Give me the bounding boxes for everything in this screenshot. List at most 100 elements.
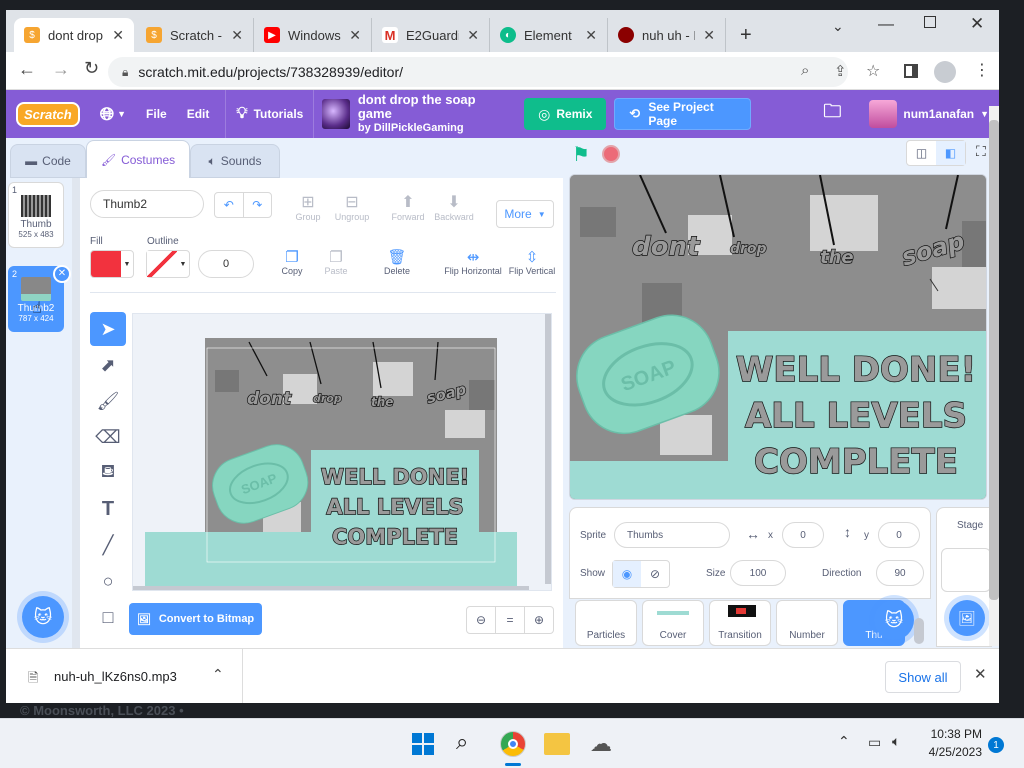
choose-backdrop-button[interactable]: 🖼︎ — [949, 600, 985, 636]
close-download-bar-icon[interactable]: ✕ — [974, 665, 987, 683]
undo-icon[interactable]: ↶ — [215, 193, 244, 217]
new-tab-icon[interactable]: + — [740, 24, 752, 47]
tab-code[interactable]: ▬ Code — [10, 144, 86, 178]
page-scrollbar[interactable] — [989, 106, 999, 646]
redo-icon[interactable]: ↷ — [244, 193, 272, 217]
costume-list-scrollbar[interactable] — [72, 178, 80, 648]
fullscreen-icon[interactable]: ⛶ — [976, 143, 986, 160]
choose-costume-button[interactable]: 🐱︎ — [22, 596, 64, 638]
volume-icon[interactable]: 🔈︎ — [892, 733, 900, 750]
green-flag-icon[interactable]: ⚑ — [572, 142, 590, 167]
delete-button[interactable]: 🗑︎ Delete — [376, 248, 418, 276]
chrome-icon[interactable] — [500, 731, 526, 757]
stage-selector[interactable]: Stage 🖼︎ — [936, 507, 992, 647]
select-tool-arrow-icon[interactable]: ➤ — [90, 312, 126, 346]
reload-icon[interactable]: ↻ — [84, 58, 99, 79]
close-tab-icon[interactable]: ✕ — [703, 27, 715, 44]
outline-color-picker[interactable]: ▼ — [146, 250, 190, 278]
tab-costumes[interactable]: 🖌︎ Costumes — [86, 140, 190, 178]
side-panel-icon[interactable] — [904, 64, 918, 78]
reshape-tool-icon[interactable]: ⬈ — [90, 348, 126, 382]
sprite-cover[interactable]: Cover — [642, 600, 704, 646]
delete-costume-icon[interactable]: ✕ — [53, 265, 71, 283]
browser-menu-icon[interactable]: ⋮ — [974, 60, 990, 80]
file-explorer-icon[interactable] — [544, 733, 570, 755]
sprite-transition[interactable]: Transition — [709, 600, 771, 646]
outline-width-input[interactable]: 0 — [198, 250, 254, 278]
edit-menu[interactable]: Edit — [177, 90, 220, 138]
choose-sprite-button[interactable]: 🐱︎ — [874, 600, 914, 640]
close-window-icon[interactable]: ✕ — [970, 14, 984, 34]
y-input[interactable]: 0 — [878, 522, 920, 548]
account-menu[interactable]: num1anafan ▼ — [859, 90, 999, 138]
backward-button[interactable]: ⬇ Backward — [432, 192, 476, 222]
small-stage-icon[interactable]: ◫ — [907, 141, 936, 165]
close-tab-icon[interactable]: ✕ — [467, 27, 479, 44]
profile-avatar-icon[interactable] — [934, 61, 956, 83]
costume-item[interactable]: 1 Thumb 525 x 483 — [8, 182, 64, 248]
my-stuff-folder-icon[interactable]: 🗀︎ — [813, 90, 851, 138]
tab-dont-drop[interactable]: $ dont drop ✕ — [14, 18, 134, 52]
minimize-icon[interactable]: — — [878, 16, 894, 34]
search-icon[interactable]: ⌕ — [456, 729, 468, 755]
app-icon[interactable]: ☁︎ — [590, 731, 612, 757]
url-bar[interactable]: 🔒︎ scratch.mit.edu/projects/738328939/ed… — [108, 57, 848, 87]
tray-chevron-up-icon[interactable]: ⌃ — [838, 733, 850, 750]
clock-time[interactable]: 10:38 PM — [926, 727, 982, 741]
close-tab-icon[interactable]: ✕ — [349, 27, 361, 44]
network-icon[interactable]: ▭ — [868, 734, 881, 751]
notification-badge[interactable]: 1 — [988, 737, 1004, 753]
flip-vertical-button[interactable]: ⇳ Flip Vertical — [506, 248, 558, 276]
see-project-page-button[interactable]: ⟲ See Project Page — [614, 98, 752, 130]
project-title-area[interactable]: dont drop the soap game by DillPickleGam… — [314, 90, 510, 138]
eraser-tool-icon[interactable]: ⌫ — [90, 420, 126, 454]
costume-name-input[interactable]: Thumb2 — [90, 190, 204, 218]
zoom-in-icon[interactable]: ⊕ — [525, 607, 553, 633]
fill-bucket-tool-icon[interactable]: ⛾ — [90, 456, 126, 490]
zoom-out-icon[interactable]: ⊖ — [467, 607, 496, 633]
close-tab-icon[interactable]: ✕ — [112, 27, 124, 44]
line-tool-icon[interactable]: ╱ — [90, 528, 126, 562]
sprite-name-input[interactable]: Thumbs — [614, 522, 730, 548]
scratch-logo[interactable]: Scratch — [6, 90, 90, 138]
zoom-reset-button[interactable]: = — [496, 607, 525, 633]
stop-icon[interactable] — [602, 145, 620, 163]
stage-preview[interactable]: dont drop the soap SOAP WELL DONE! ALL L… — [569, 174, 987, 500]
tab-windows[interactable]: ▶ Windows ✕ — [254, 18, 372, 52]
close-tab-icon[interactable]: ✕ — [585, 27, 597, 44]
chevron-up-icon[interactable]: ⌃ — [212, 666, 224, 683]
forward-button[interactable]: ⬆ Forward — [388, 192, 428, 222]
text-tool-icon[interactable]: T — [90, 492, 126, 526]
file-menu[interactable]: File — [136, 90, 177, 138]
tab-element[interactable]: ◐ Element ✕ — [490, 18, 608, 52]
tab-search-chevron-icon[interactable]: ⌄ — [832, 18, 844, 35]
brush-tool-icon[interactable]: 🖌︎ — [90, 384, 126, 418]
paint-canvas[interactable]: dont drop the soap SOAP WELL DONE! ALL L… — [132, 313, 552, 591]
share-icon[interactable]: ⇪ — [834, 62, 847, 80]
more-button[interactable]: More ▼ — [496, 200, 554, 228]
show-all-button[interactable]: Show all — [885, 661, 961, 693]
hide-eye-icon[interactable]: ⊘ — [641, 561, 669, 587]
circle-tool-icon[interactable]: ○ — [90, 564, 126, 598]
copy-button[interactable]: ❐ Copy — [272, 248, 312, 276]
back-arrow-icon[interactable]: ← — [18, 59, 36, 80]
paste-button[interactable]: ❐ Paste — [316, 248, 356, 276]
remix-button[interactable]: ◎ Remix — [524, 98, 607, 130]
flip-horizontal-button[interactable]: ⇹ Flip Horizontal — [440, 248, 506, 276]
x-input[interactable]: 0 — [782, 522, 824, 548]
maximize-icon[interactable] — [924, 16, 936, 28]
forward-arrow-icon[interactable]: → — [52, 59, 70, 80]
group-button[interactable]: ⊞ Group — [288, 192, 328, 222]
windows-start-icon[interactable] — [412, 733, 434, 755]
sprite-number[interactable]: Number — [776, 600, 838, 646]
size-input[interactable]: 100 — [730, 560, 786, 586]
direction-input[interactable]: 90 — [876, 560, 924, 586]
download-filename[interactable]: nuh-uh_lKz6ns0.mp3 — [54, 669, 177, 684]
tutorials-button[interactable]: 💡︎ Tutorials — [225, 90, 315, 138]
show-eye-icon[interactable]: ◉ — [613, 561, 641, 587]
language-menu[interactable]: 🌐︎ ▼ — [90, 90, 136, 138]
tab-e2guardian[interactable]: M E2Guardia ✕ — [372, 18, 490, 52]
tab-sounds[interactable]: 🔈︎ Sounds — [190, 144, 280, 178]
normal-stage-icon[interactable]: ◧ — [936, 141, 965, 165]
zoom-icon[interactable]: ⌕ — [801, 62, 809, 79]
